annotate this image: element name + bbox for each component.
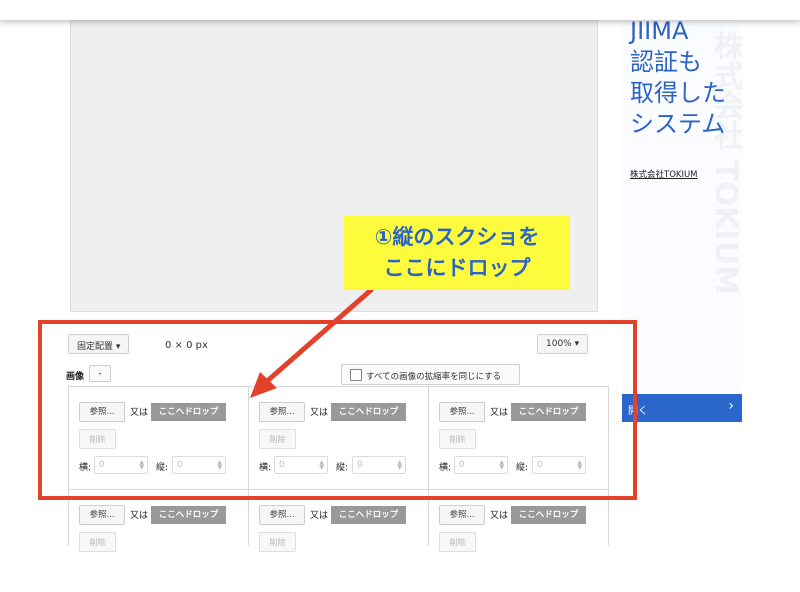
ad-open-button[interactable]: 開く › [622,394,742,422]
ad-title-line: 認証も [630,48,702,76]
ad-title-line: JIIMA [630,17,689,45]
drop-zone[interactable]: ここへドロップ [511,506,586,524]
browse-button[interactable]: 参照... [439,505,485,525]
advertisement[interactable]: 株式会社 TOKIUM JIIMA 認証も 取得した システム 株式会社TOKI… [622,0,742,422]
ad-company-link[interactable]: 株式会社TOKIUM [630,168,698,180]
instruction-callout: ①縦のスクショを ここにドロップ [344,216,570,290]
ad-title: JIIMA 認証も 取得した システム [630,16,726,140]
or-label: 又は [490,511,509,521]
top-bar [0,0,800,20]
chevron-right-icon: › [728,398,734,414]
image-slot: 参照... 又は ここへドロップ 削除 [248,489,428,592]
delete-button[interactable]: 削除 [79,532,116,552]
browse-button[interactable]: 参照... [259,505,305,525]
or-label: 又は [310,511,329,521]
image-slot: 参照... 又は ここへドロップ 削除 [68,489,248,592]
delete-button[interactable]: 削除 [439,532,476,552]
drop-zone[interactable]: ここへドロップ [331,506,406,524]
delete-button[interactable]: 削除 [259,532,296,552]
drop-zone[interactable]: ここへドロップ [151,506,226,524]
highlight-box [38,320,637,500]
browse-button[interactable]: 参照... [79,505,125,525]
callout-line: ①縦のスクショを [374,225,540,249]
ad-title-line: システム [630,110,726,138]
image-slot: 参照... 又は ここへドロップ 削除 [428,489,608,592]
ad-title-line: 取得した [630,79,726,107]
or-label: 又は [130,511,149,521]
callout-line: ここにドロップ [383,256,531,280]
